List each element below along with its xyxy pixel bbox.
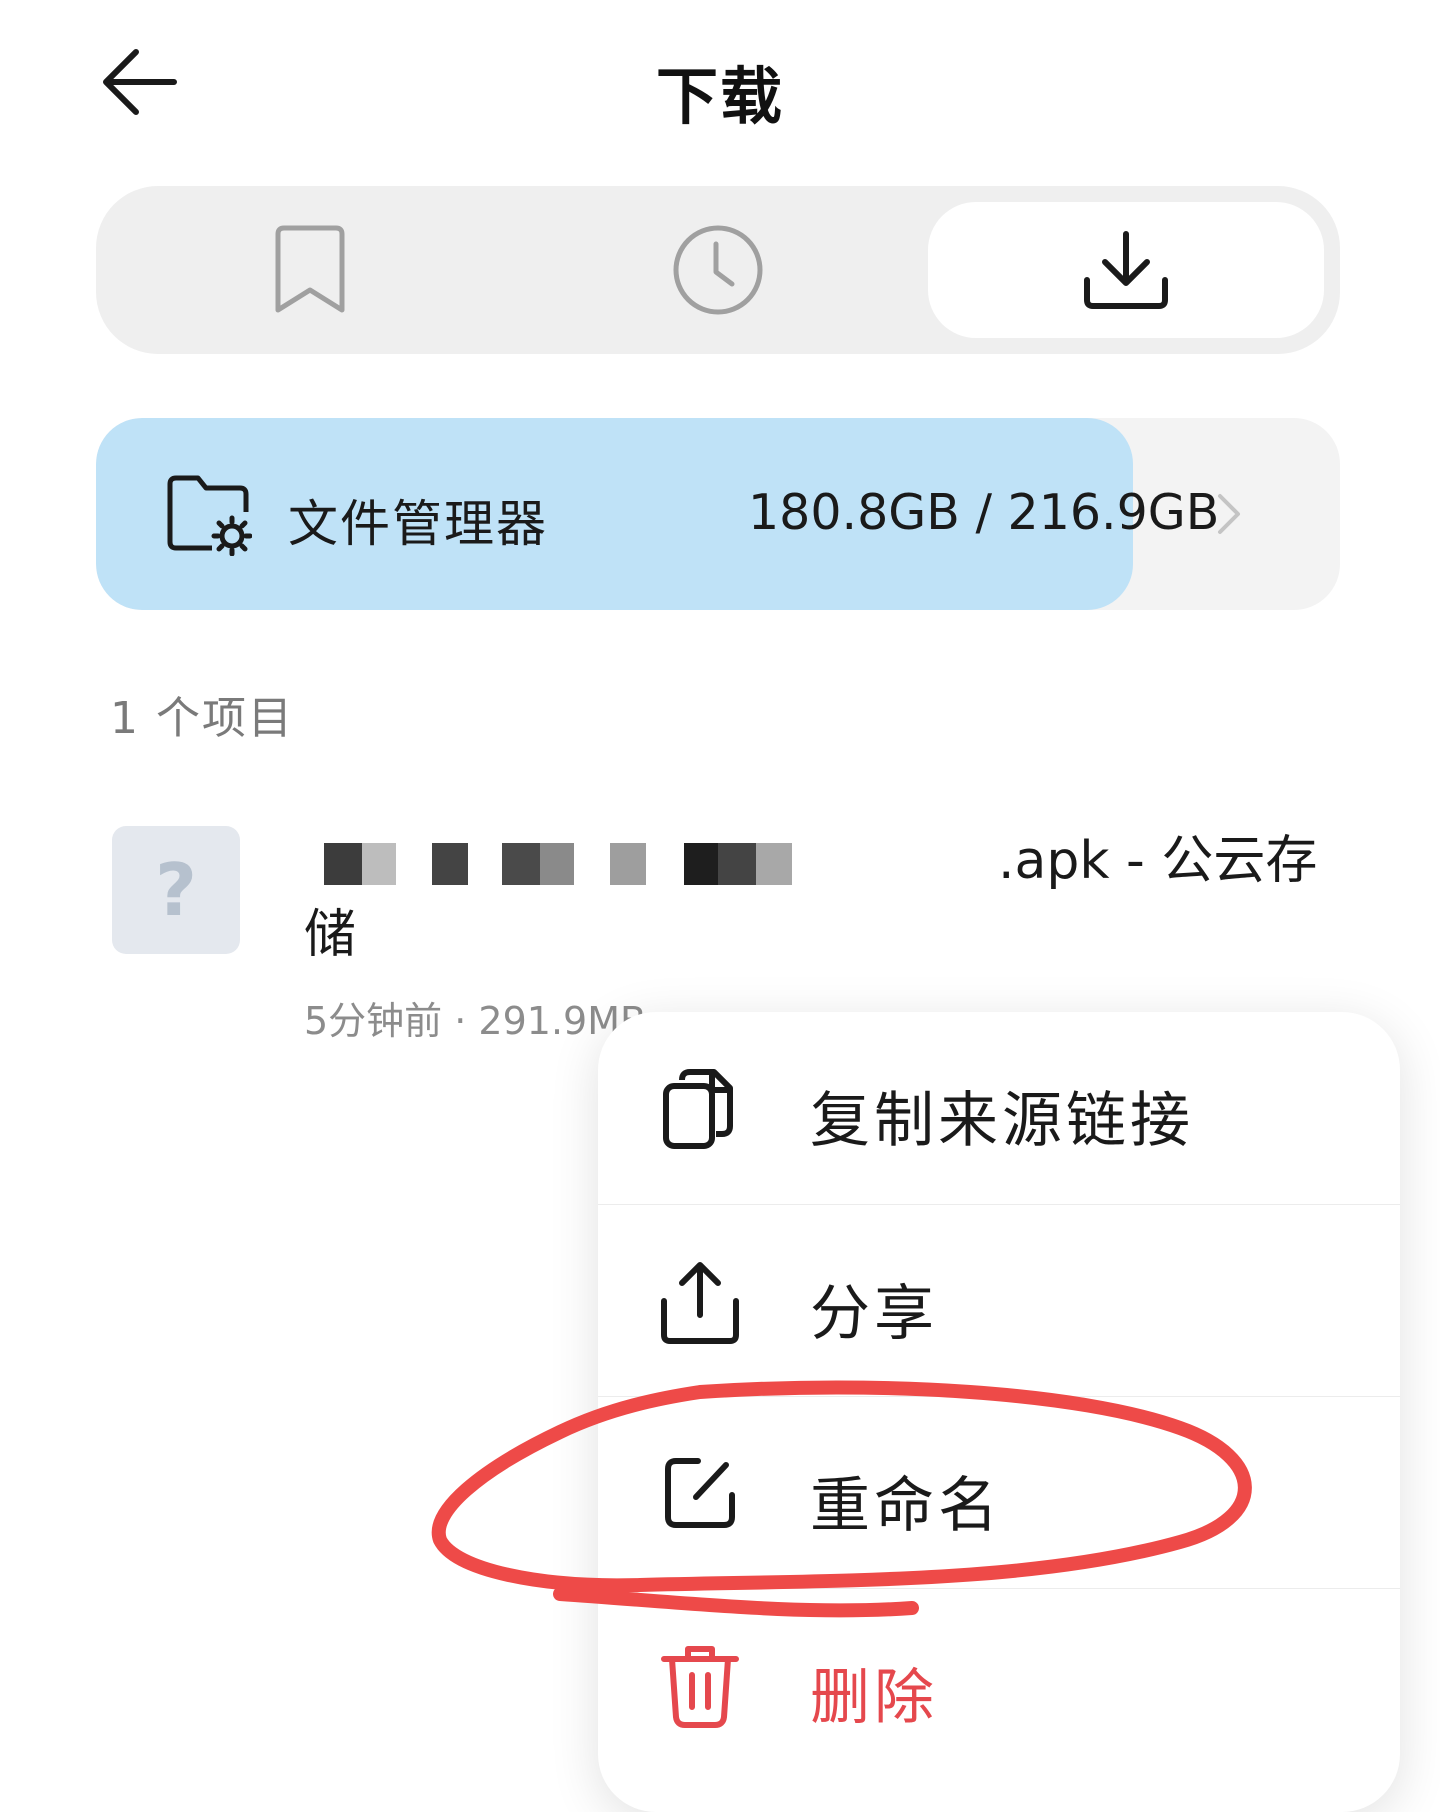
share-icon <box>661 1262 739 1344</box>
chevron-right-icon <box>1208 488 1248 540</box>
menu-label: 分享 <box>810 1279 938 1349</box>
file-meta: 5分钟前 · 291.9MB <box>304 999 647 1043</box>
menu-item-share[interactable]: 分享 <box>598 1204 1400 1397</box>
copy-icon <box>663 1069 733 1149</box>
menu-item-delete[interactable]: 删除 <box>598 1588 1400 1781</box>
tab-bookmarks[interactable] <box>112 202 508 338</box>
menu-label: 删除 <box>810 1663 938 1733</box>
storage-size: 180.8GB / 216.9GB <box>748 484 1220 541</box>
tab-bar <box>96 186 1340 354</box>
unknown-file-icon: ? <box>155 848 197 932</box>
file-name[interactable]: .apk - 公云存储 <box>304 824 1324 972</box>
menu-item-copy-source-link[interactable]: 复制来源链接 <box>598 1012 1400 1204</box>
clock-icon <box>673 225 763 315</box>
context-menu: 复制来源链接 分享 重命名 删除 <box>598 1012 1400 1812</box>
redacted-filename <box>304 843 984 885</box>
file-manager-storage-bar[interactable]: 文件管理器 180.8GB / 216.9GB <box>96 418 1340 610</box>
bookmark-icon <box>275 225 345 313</box>
rename-icon <box>665 1458 735 1528</box>
download-icon <box>1084 231 1168 309</box>
item-count: 1 个项目 <box>110 693 294 744</box>
menu-label: 重命名 <box>810 1471 1002 1541</box>
page-title: 下载 <box>655 60 784 133</box>
menu-label: 复制来源链接 <box>810 1086 1194 1156</box>
trash-icon <box>661 1646 739 1728</box>
tab-downloads[interactable] <box>928 202 1324 338</box>
file-thumbnail: ? <box>112 826 240 954</box>
storage-label: 文件管理器 <box>288 495 548 553</box>
tab-history[interactable] <box>520 202 916 338</box>
folder-settings-icon <box>162 472 253 557</box>
menu-item-rename[interactable]: 重命名 <box>598 1396 1400 1589</box>
